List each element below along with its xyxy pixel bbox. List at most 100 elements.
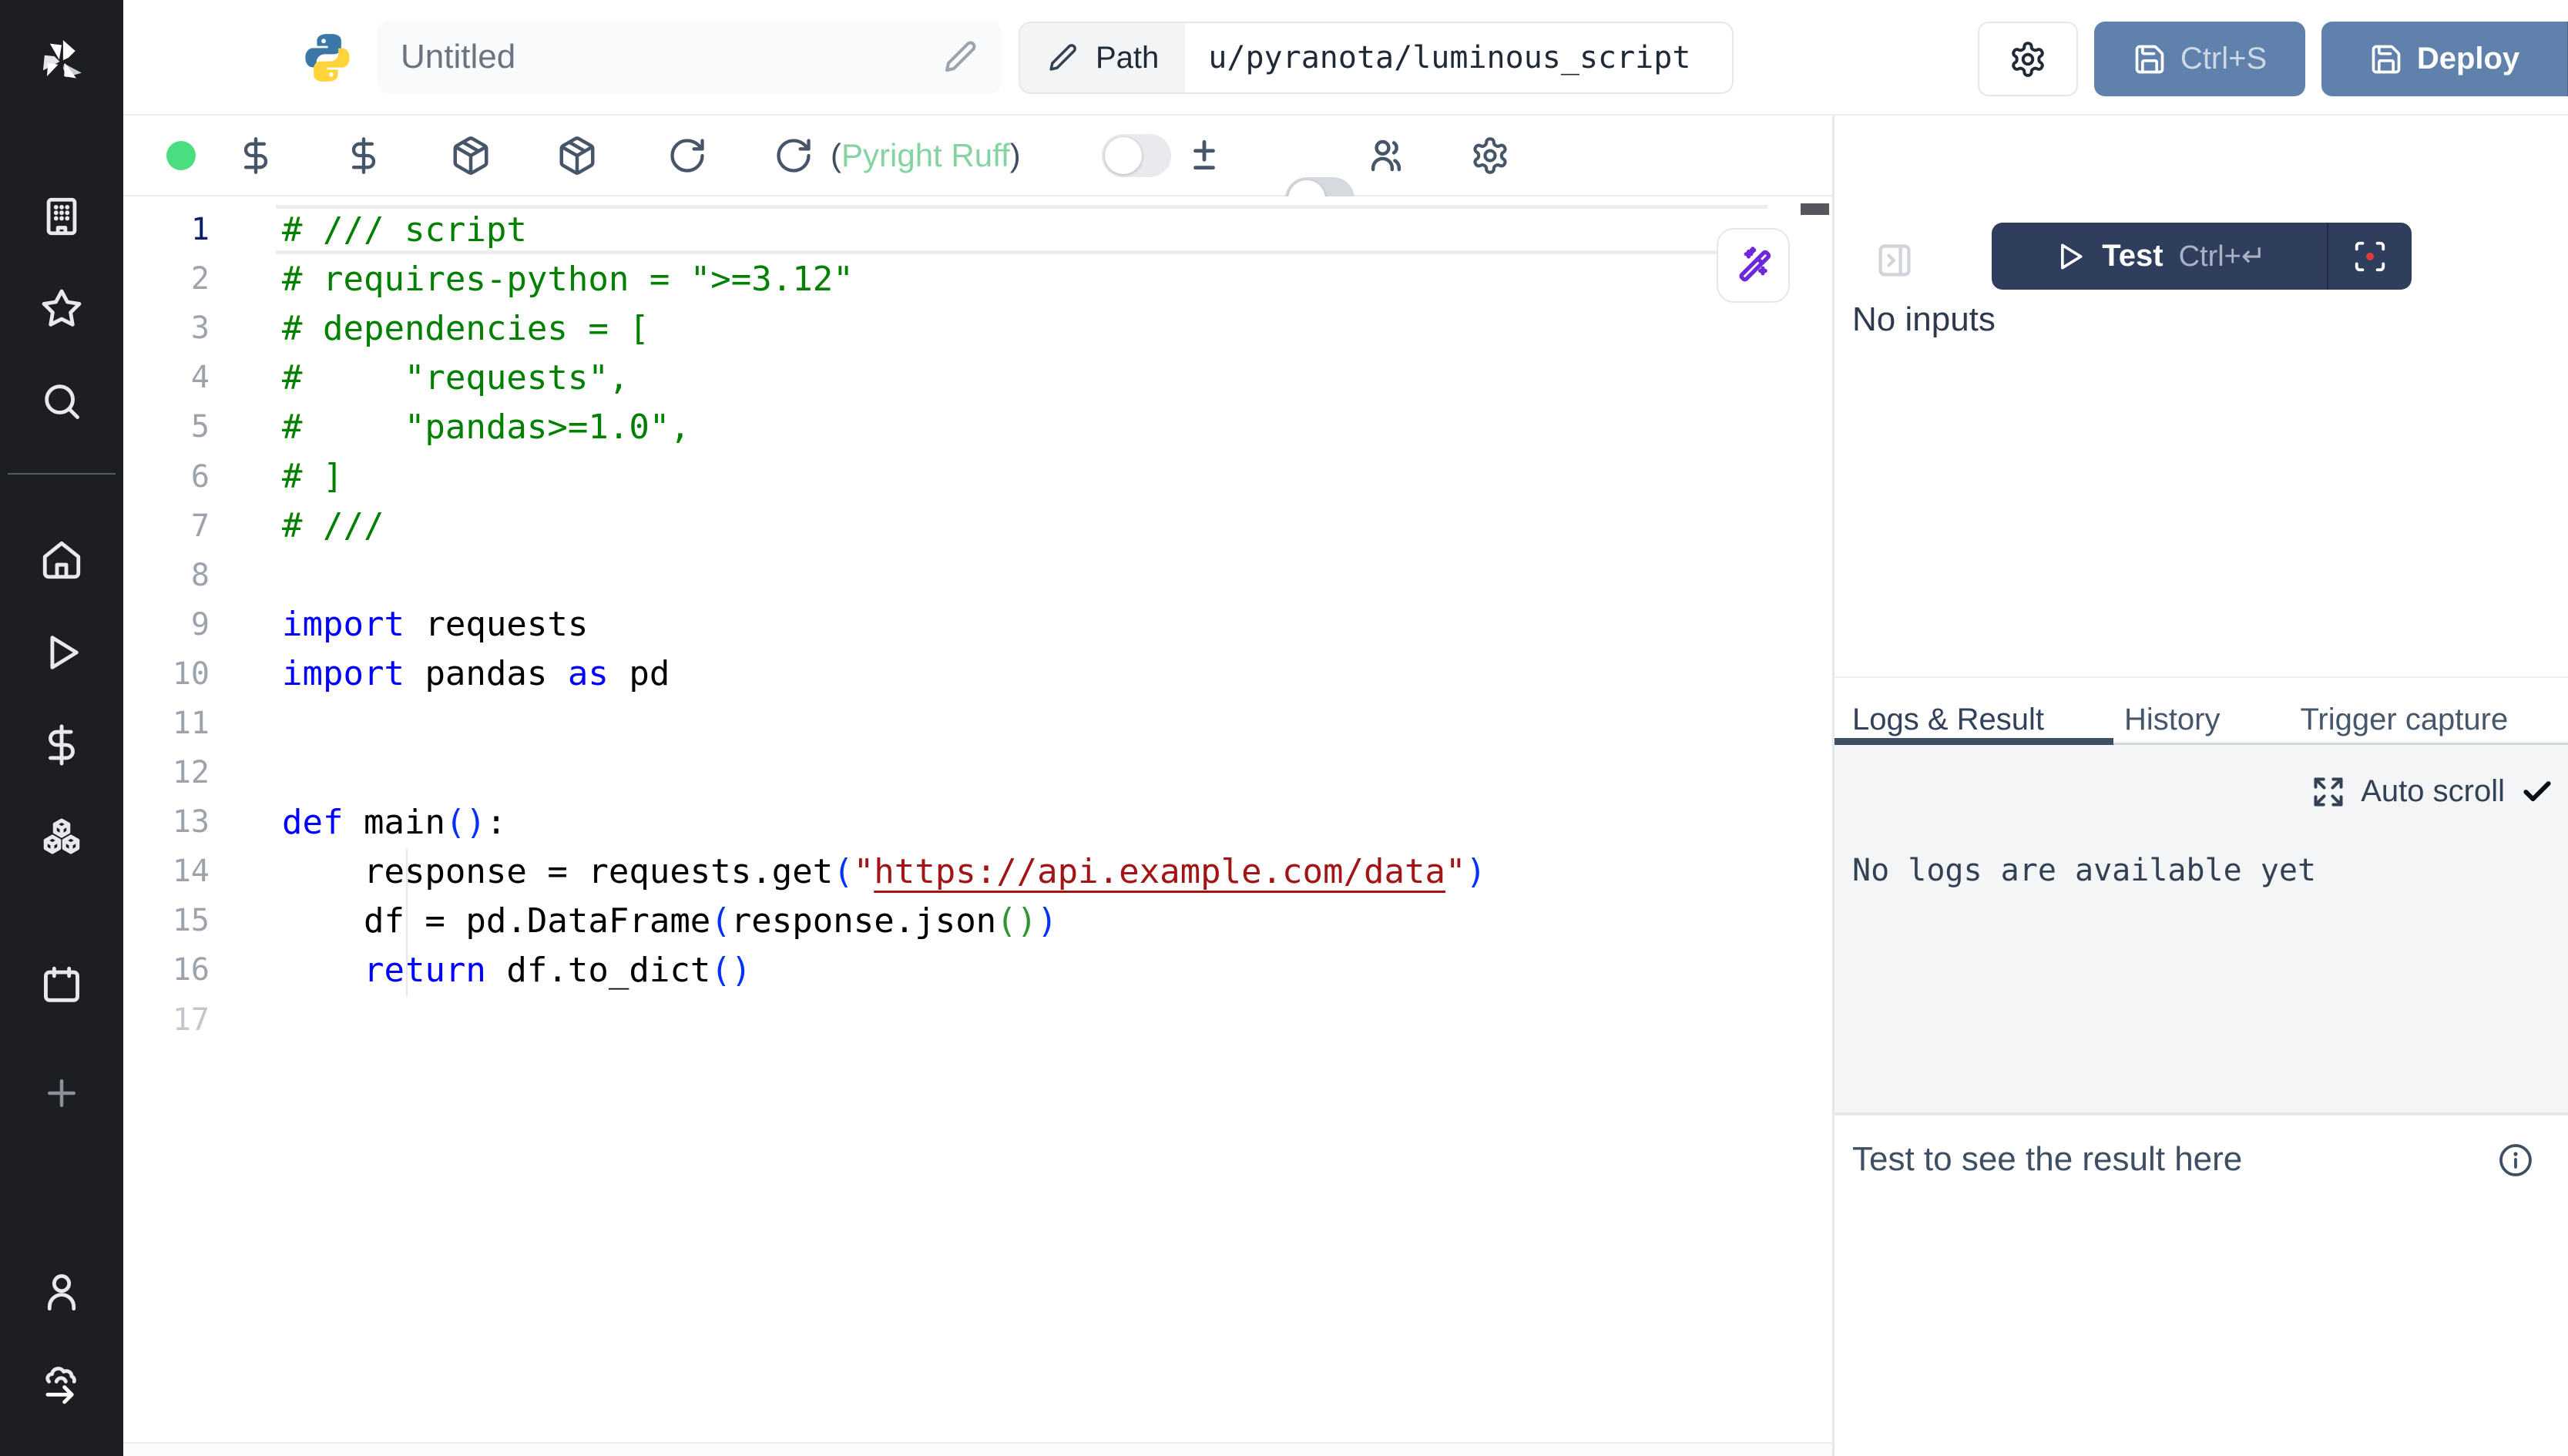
info-icon[interactable]: [2497, 1142, 2534, 1179]
code-line[interactable]: 5# "pandas>=1.0",: [123, 402, 1801, 451]
test-button[interactable]: Test Ctrl+↵: [1992, 223, 2412, 290]
tab-logs-result[interactable]: Logs & Result: [1835, 695, 2084, 744]
workspace-building-icon[interactable]: [39, 194, 84, 239]
gear-icon: [2009, 40, 2047, 79]
code-line[interactable]: 6# ]: [123, 451, 1801, 501]
line-number: 11: [123, 706, 276, 741]
deploy-button[interactable]: Deploy: [2321, 22, 2568, 96]
favorites-star-icon[interactable]: [39, 287, 84, 331]
script-editor-page: Untitled Path u/pyranota/luminous_script: [0, 0, 2568, 1456]
editor-scrollbar-thumb[interactable]: [1801, 203, 1829, 215]
path-label: Path: [1096, 41, 1159, 75]
python-logo: [299, 29, 356, 86]
line-number: 15: [123, 903, 276, 938]
script-path-field[interactable]: Path u/pyranota/luminous_script: [1019, 22, 1734, 94]
schedules-calendar-icon[interactable]: [39, 963, 84, 1008]
code-line[interactable]: 4# "requests",: [123, 353, 1801, 402]
users-icon[interactable]: [1365, 135, 1407, 176]
refresh-icon[interactable]: [667, 136, 707, 176]
edit-title-pencil-icon[interactable]: [942, 39, 979, 75]
top-header: Untitled Path u/pyranota/luminous_script: [123, 0, 2568, 116]
plus-minus-icon[interactable]: [1185, 136, 1224, 175]
deploy-label: Deploy: [2417, 42, 2519, 76]
code-line[interactable]: 9import requests: [123, 600, 1801, 649]
expand-icon: [2311, 775, 2345, 809]
workspace-switch-icon[interactable]: [39, 1362, 84, 1407]
code-line[interactable]: 14 response = requests.get("https://api.…: [123, 847, 1801, 896]
assets-dollar-icon-2[interactable]: [344, 136, 384, 176]
test-label: Test: [2102, 239, 2163, 273]
line-number: 8: [123, 558, 276, 593]
ai-assistant-button[interactable]: [1717, 228, 1790, 303]
path-value[interactable]: u/pyranota/luminous_script: [1185, 23, 1714, 92]
code-line[interactable]: 12: [123, 748, 1801, 797]
code-lines[interactable]: 1# /// script2# requires-python = ">=3.1…: [123, 205, 1801, 1045]
line-number: 10: [123, 656, 276, 692]
play-icon: [2053, 240, 2086, 273]
script-title-input[interactable]: Untitled: [378, 20, 1002, 94]
collapse-panel-icon[interactable]: [1875, 240, 1915, 280]
refresh-icon-2[interactable]: [774, 136, 814, 176]
tab-history[interactable]: History: [2084, 695, 2260, 744]
code-line[interactable]: 11: [123, 699, 1801, 748]
resources-blocks-icon[interactable]: [39, 815, 85, 861]
home-icon[interactable]: [39, 538, 84, 582]
add-plus-icon[interactable]: [41, 1072, 82, 1114]
focus-capture-icon: [2352, 239, 2388, 274]
editor-scrollbar[interactable]: [1798, 199, 1831, 1441]
line-number: 5: [123, 409, 276, 445]
path-label-segment[interactable]: Path: [1020, 23, 1185, 92]
code-line[interactable]: 8: [123, 551, 1801, 600]
code-line[interactable]: 2# requires-python = ">=3.12": [123, 254, 1801, 304]
user-account-icon[interactable]: [39, 1270, 84, 1314]
capture-test-button[interactable]: [2328, 223, 2412, 290]
code-line[interactable]: 7# ///: [123, 502, 1801, 551]
code-line[interactable]: 1# /// script: [123, 205, 1801, 254]
script-settings-button[interactable]: [1978, 22, 2078, 96]
toggle-knob: [1105, 137, 1142, 174]
windmill-logo[interactable]: [32, 32, 91, 95]
package-icon[interactable]: [450, 135, 492, 176]
save-draft-button[interactable]: Ctrl+S: [2094, 22, 2305, 96]
line-number: 9: [123, 607, 276, 642]
lint-status-value: Pyright Ruff: [841, 137, 1010, 173]
package-icon-2[interactable]: [556, 135, 598, 176]
auto-scroll-label: Auto scroll: [2361, 774, 2505, 809]
code-line[interactable]: 15 df = pd.DataFrame(response.json()): [123, 896, 1801, 945]
result-hint-message: Test to see the result here: [1852, 1140, 2242, 1179]
editor-toolbar: (Pyright Ruff): [123, 116, 1832, 196]
test-shortcut: Ctrl+↵: [2179, 239, 2266, 273]
line-number: 12: [123, 755, 276, 790]
assets-dollar-icon[interactable]: [236, 136, 276, 176]
line-number: 17: [123, 1002, 276, 1038]
script-title[interactable]: Untitled: [401, 38, 942, 76]
diff-toggle[interactable]: [1102, 134, 1171, 177]
test-main[interactable]: Test Ctrl+↵: [1992, 223, 2327, 290]
logs-section: Auto scroll No logs are available yet: [1835, 745, 2568, 1112]
search-icon[interactable]: [39, 379, 84, 424]
line-number: 7: [123, 508, 276, 544]
deploy-main[interactable]: Deploy: [2321, 22, 2567, 96]
save-shortcut-label: Ctrl+S: [2180, 42, 2267, 76]
line-number: 6: [123, 459, 276, 495]
code-line[interactable]: 3# dependencies = [: [123, 304, 1801, 353]
editor-bottom-strip: [123, 1442, 1832, 1456]
code-line[interactable]: 13def main():: [123, 797, 1801, 847]
code-line[interactable]: 10import pandas as pd: [123, 649, 1801, 699]
variables-dollar-icon[interactable]: [39, 723, 84, 767]
check-icon: [2520, 775, 2554, 809]
no-logs-message: No logs are available yet: [1852, 853, 2316, 888]
code-line[interactable]: 17: [123, 995, 1801, 1045]
no-inputs-message: No inputs: [1852, 300, 1996, 339]
panel-tabs: Logs & Result History Trigger capture: [1835, 695, 2568, 744]
runs-play-icon[interactable]: [39, 630, 84, 675]
editor-settings-gear-icon[interactable]: [1470, 136, 1510, 176]
code-line[interactable]: 16 return df.to_dict(): [123, 945, 1801, 995]
auto-scroll-control[interactable]: Auto scroll: [2311, 774, 2554, 809]
save-icon: [2133, 42, 2167, 76]
magic-wand-icon: [1734, 246, 1774, 286]
save-icon: [2369, 42, 2403, 76]
indent-guide: [406, 848, 408, 996]
tab-trigger-capture[interactable]: Trigger capture: [2260, 695, 2548, 744]
line-number: 3: [123, 310, 276, 346]
